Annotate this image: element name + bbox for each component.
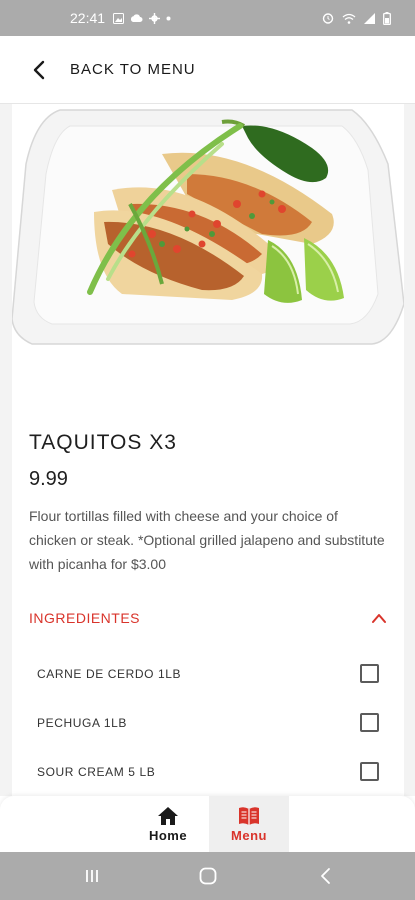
alarm-icon: [322, 13, 334, 24]
chevron-up-icon: [372, 614, 386, 623]
back-button-icon[interactable]: [316, 866, 336, 886]
dot-icon: [166, 16, 171, 20]
status-left: 22:41: [70, 10, 171, 26]
wifi-icon: [342, 13, 356, 24]
product-card: TAQUITOS X3 9.99 Flour tortillas filled …: [12, 104, 404, 796]
nav-label-menu: Menu: [231, 827, 267, 843]
signal-icon: [364, 12, 375, 24]
ingredient-name: PECHUGA 1LB: [37, 715, 127, 730]
battery-icon: [383, 11, 391, 25]
tacos-plate-image: [12, 104, 404, 359]
cloud-icon: [131, 14, 143, 22]
product-description: Flour tortillas filled with cheese and y…: [29, 508, 385, 572]
status-right: [322, 11, 391, 25]
product-title: TAQUITOS X3: [29, 431, 177, 454]
ingredients-title: INGREDIENTES: [29, 610, 141, 626]
back-to-menu-button[interactable]: BACK TO MENU: [30, 60, 196, 80]
recent-apps-icon[interactable]: [82, 866, 102, 886]
ingredient-checkbox[interactable]: [360, 664, 379, 683]
status-time: 22:41: [70, 10, 106, 26]
home-icon: [158, 806, 178, 825]
chevron-left-icon: [33, 60, 45, 79]
ingredient-checkbox[interactable]: [360, 713, 379, 732]
gear-icon: [149, 12, 161, 24]
product-price: 9.99: [29, 468, 68, 490]
ingredient-row[interactable]: PECHUGA 1LB: [37, 698, 379, 747]
image-icon: [113, 12, 125, 24]
app-header: BACK TO MENU: [0, 36, 415, 104]
back-to-menu-label: BACK TO MENU: [70, 61, 196, 78]
menu-book-icon: [239, 806, 259, 825]
product-detail: TAQUITOS X3 9.99 Flour tortillas filled …: [0, 104, 415, 796]
ingredient-name: SOUR CREAM 5 LB: [37, 764, 156, 779]
ingredient-checkbox[interactable]: [360, 762, 379, 781]
bottom-nav: Home Menu: [0, 796, 415, 852]
status-bar: 22:41: [0, 0, 415, 36]
ingredient-row[interactable]: SOUR CREAM 5 LB: [37, 747, 379, 796]
ingredient-row[interactable]: CARNE DE CERDO 1LB: [37, 649, 379, 698]
nav-item-home[interactable]: Home: [128, 796, 208, 852]
notification-icons: [113, 12, 171, 24]
nav-item-menu[interactable]: Menu: [209, 796, 289, 852]
ingredients-toggle[interactable]: INGREDIENTES: [29, 610, 387, 626]
home-button-icon[interactable]: [198, 866, 218, 886]
nav-label-home: Home: [148, 827, 188, 843]
system-nav-bar: [0, 852, 415, 900]
ingredient-name: CARNE DE CERDO 1LB: [37, 666, 182, 681]
ingredients-list: CARNE DE CERDO 1LB PECHUGA 1LB SOUR CREA…: [37, 649, 379, 796]
